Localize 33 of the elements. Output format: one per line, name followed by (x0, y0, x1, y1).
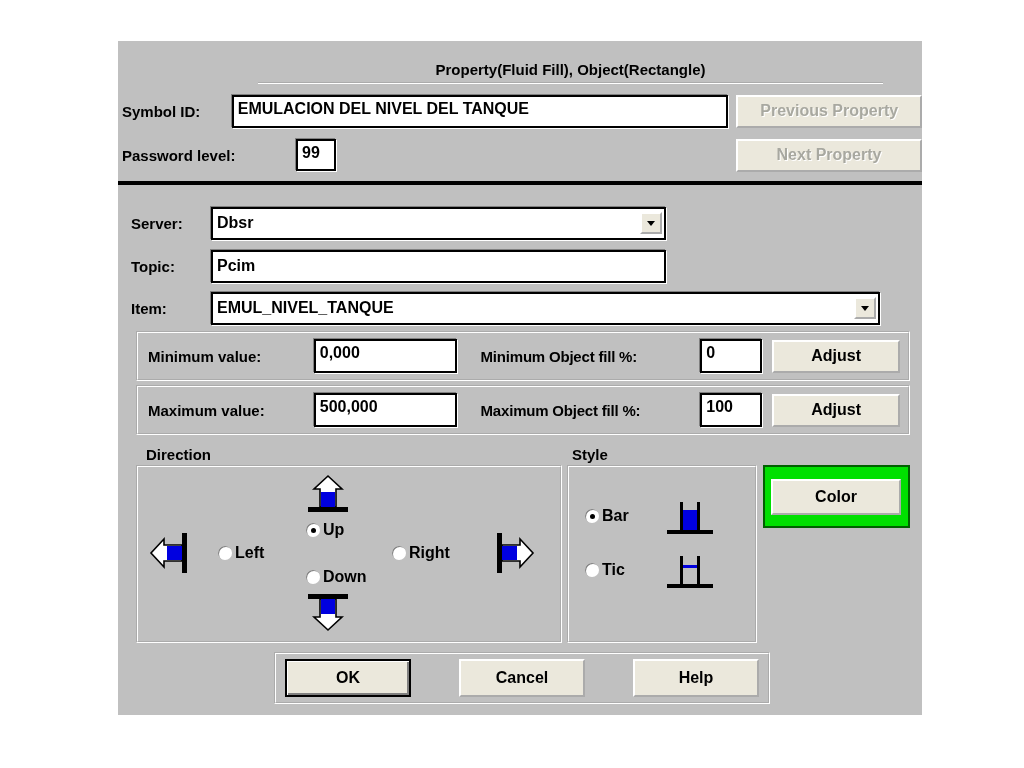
value-label: Minimum value: (148, 347, 263, 365)
radio-button[interactable]: Bar (585, 507, 637, 525)
item-label: Item: (131, 299, 168, 317)
topic-label: Topic: (131, 257, 176, 275)
value-field[interactable]: 500,000 (313, 393, 457, 427)
fill-percent-label: Minimum Object fill %: (480, 347, 639, 365)
server-dropdown[interactable]: Dbsr (211, 206, 666, 240)
adjust-button[interactable]: Adjust (772, 339, 900, 373)
password-level-field[interactable]: 99 (296, 139, 336, 171)
fill-percent-field[interactable]: 0 (700, 339, 763, 373)
radio-button[interactable]: Tic (585, 561, 637, 579)
adjust-button[interactable]: Adjust (772, 393, 900, 427)
value-label: Maximum value: (148, 401, 266, 419)
fill-percent-field[interactable]: 100 (700, 393, 763, 427)
symbol-id-field[interactable]: EMULACION DEL NIVEL DEL TANQUE (231, 94, 729, 128)
radio-button[interactable]: Down (306, 568, 367, 586)
server-label: Server: (131, 214, 184, 232)
dialog-button[interactable]: Cancel (459, 659, 585, 697)
password-level-label: Password level: (122, 146, 237, 164)
radio-button[interactable]: Left (218, 544, 265, 562)
value-field[interactable]: 0,000 (313, 339, 457, 373)
style-heading: Style (572, 445, 608, 463)
fill-percent-label: Maximum Object fill %: (480, 401, 642, 419)
item-dropdown[interactable]: EMUL_NIVEL_TANQUE (211, 291, 880, 325)
symbol-id-label: Symbol ID: (122, 102, 202, 120)
radio-button[interactable]: Up (306, 521, 345, 539)
dialog-title: Property(Fluid Fill), Object(Rectangle) (258, 41, 883, 84)
dialog-button[interactable]: OK (285, 659, 411, 697)
radio-button[interactable]: Right (392, 544, 450, 562)
color-button[interactable]: Color (771, 479, 901, 515)
dialog-button[interactable]: Help (633, 659, 759, 697)
direction-heading: Direction (146, 445, 212, 463)
topic-field[interactable]: Pcim (211, 249, 666, 283)
